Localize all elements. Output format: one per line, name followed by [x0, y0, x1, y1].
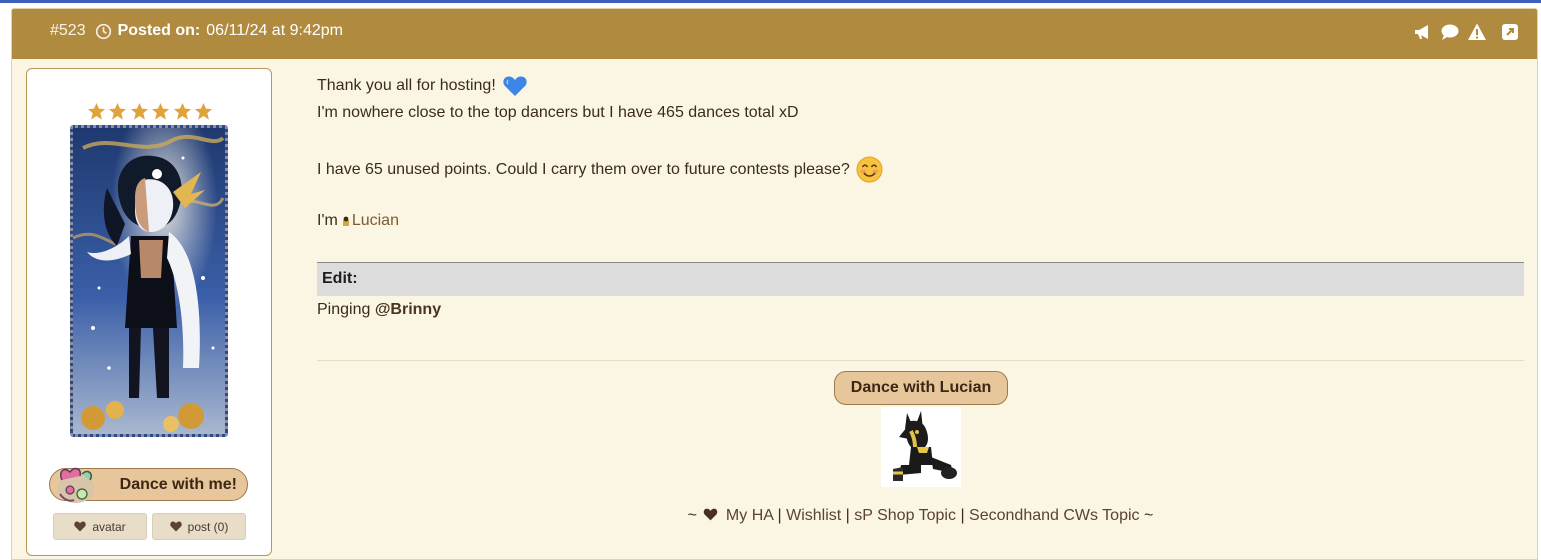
- star-icon: [109, 102, 127, 120]
- star-icon: [152, 102, 170, 120]
- avatar-illustration: [73, 128, 225, 434]
- mention-brinny[interactable]: @Brinny: [375, 301, 441, 318]
- im-text: I'm: [317, 212, 338, 229]
- sig-separator: |: [845, 507, 850, 524]
- sig-separator: |: [960, 507, 965, 524]
- points-text: I have 65 unused points. Could I carry t…: [317, 160, 850, 178]
- heart-icon: [704, 508, 718, 521]
- megaphone-icon[interactable]: [1413, 22, 1433, 42]
- body-line-1: Thank you all for hosting!: [317, 73, 528, 99]
- user-sidebar: Dance with me! avatar post (0): [26, 68, 272, 556]
- avatar[interactable]: [70, 125, 228, 437]
- sig-prefix: ~: [687, 507, 698, 524]
- star-icon: [194, 102, 213, 120]
- posted-on-label: Posted on:: [117, 22, 201, 39]
- post-count-button[interactable]: post (0): [152, 513, 246, 540]
- star-icon: [87, 102, 106, 120]
- wishlist-link[interactable]: Wishlist: [786, 507, 841, 524]
- star-icon: [173, 102, 191, 120]
- blue-heart-emoji-icon: [503, 76, 527, 96]
- clock-icon: [95, 23, 111, 39]
- user-link-lucian[interactable]: Lucian: [352, 212, 399, 230]
- signature-divider: [317, 360, 1524, 361]
- warning-icon[interactable]: [1467, 22, 1487, 42]
- post-meta: #523 Posted on: 06/11/24 at 9:42pm: [50, 22, 343, 40]
- heart-icon: [169, 521, 182, 532]
- post-header: #523 Posted on: 06/11/24 at 9:42pm: [12, 9, 1537, 59]
- my-ha-link[interactable]: My HA: [726, 507, 773, 524]
- signature-links: ~ My HA | Wishlist | sP Shop Topic | Sec…: [317, 507, 1524, 525]
- ping-text: Pinging: [317, 301, 371, 318]
- heart-icon: [74, 521, 87, 532]
- user-mini-avatar-icon: [342, 216, 349, 226]
- post-actions: [1413, 22, 1520, 42]
- dance-with-lucian-label: Dance with Lucian: [850, 379, 992, 396]
- avatar-button-label: avatar: [92, 519, 126, 534]
- forum-post: #523 Posted on: 06/11/24 at 9:42pm Dance…: [11, 8, 1538, 560]
- posted-date: 06/11/24 at 9:42pm: [206, 22, 343, 39]
- body-line-4: I'm Lucian: [317, 212, 399, 230]
- body-line-3: I have 65 unused points. Could I carry t…: [317, 156, 883, 183]
- pet-image[interactable]: [881, 407, 961, 487]
- body-line-2: I'm nowhere close to the top dancers but…: [317, 104, 799, 121]
- sig-suffix: ~: [1143, 507, 1154, 524]
- thanks-text: Thank you all for hosting!: [317, 77, 496, 94]
- external-link-icon[interactable]: [1500, 22, 1520, 42]
- edit-bar: Edit:: [317, 262, 1524, 296]
- dance-with-me-label: Dance with me!: [119, 475, 237, 493]
- speech-bubble-icon[interactable]: [1440, 22, 1460, 42]
- jackal-pet-icon: [881, 407, 961, 487]
- post-count-label: post (0): [187, 519, 229, 534]
- avatar-button[interactable]: avatar: [53, 513, 147, 540]
- ping-line: Pinging @Brinny: [317, 301, 441, 319]
- star-rating: [87, 102, 213, 122]
- dance-character-icon: [58, 467, 94, 503]
- edit-label: Edit:: [322, 270, 358, 287]
- post-number[interactable]: #523: [50, 22, 86, 40]
- secondhand-cws-topic-link[interactable]: Secondhand CWs Topic: [969, 507, 1139, 524]
- dance-with-lucian-button[interactable]: Dance with Lucian: [834, 371, 1008, 405]
- sig-separator: |: [777, 507, 782, 524]
- star-icon: [130, 102, 148, 120]
- page-top-border: [0, 0, 1541, 3]
- dance-with-me-button[interactable]: Dance with me!: [49, 467, 248, 503]
- smile-emoji-icon: [856, 156, 883, 183]
- sp-shop-topic-link[interactable]: sP Shop Topic: [854, 507, 956, 524]
